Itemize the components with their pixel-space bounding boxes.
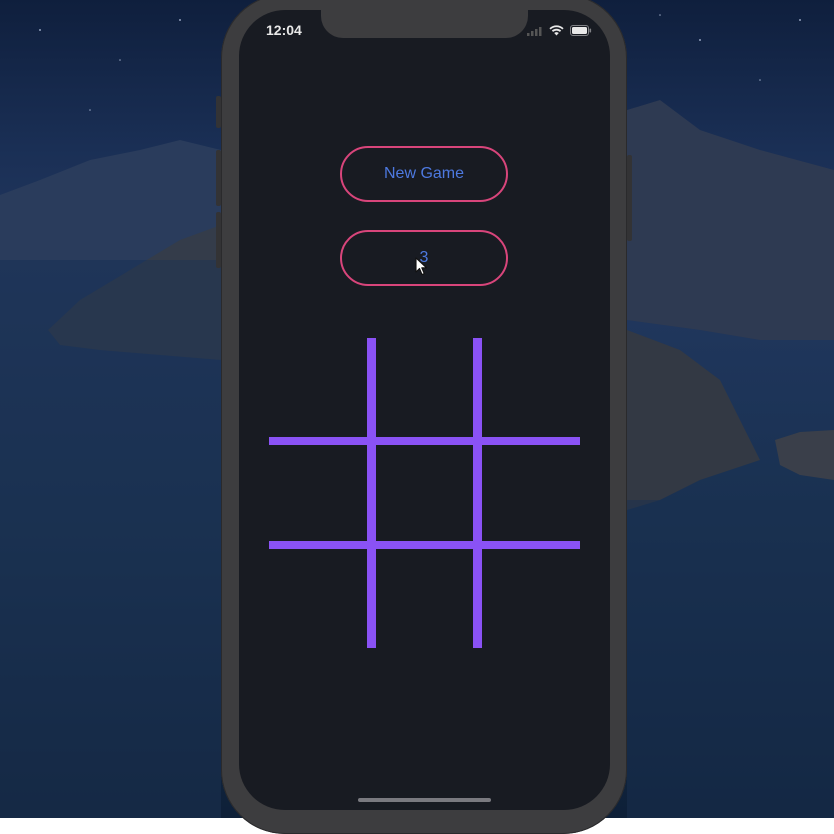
battery-icon [570,23,592,41]
home-indicator [358,798,491,802]
wifi-icon [549,23,564,41]
board-cell[interactable] [376,549,474,649]
grid-line-horizontal [269,541,580,549]
cursor-icon [415,257,428,281]
board-cell[interactable] [482,549,580,649]
status-time: 12:04 [266,22,302,38]
notch [321,10,528,38]
volume-down-button [216,212,221,268]
volume-up-button [216,150,221,206]
board-cell[interactable] [376,338,474,437]
board-cell[interactable] [376,445,474,541]
phone-screen: 12:04 New Game 3 [239,10,610,810]
board-cell[interactable] [482,445,580,541]
power-button [627,155,632,241]
grid-line-vertical [473,338,482,648]
grid-line-horizontal [269,437,580,445]
board-cell[interactable] [269,338,368,437]
mute-switch [216,96,221,128]
status-icons [527,23,592,41]
grid-line-vertical [367,338,376,648]
board-cell[interactable] [482,338,580,437]
board-cell[interactable] [269,445,368,541]
tic-tac-toe-board [269,338,580,649]
board-cell[interactable] [269,549,368,649]
signal-icon [527,23,543,41]
new-game-button[interactable]: New Game [340,146,508,202]
